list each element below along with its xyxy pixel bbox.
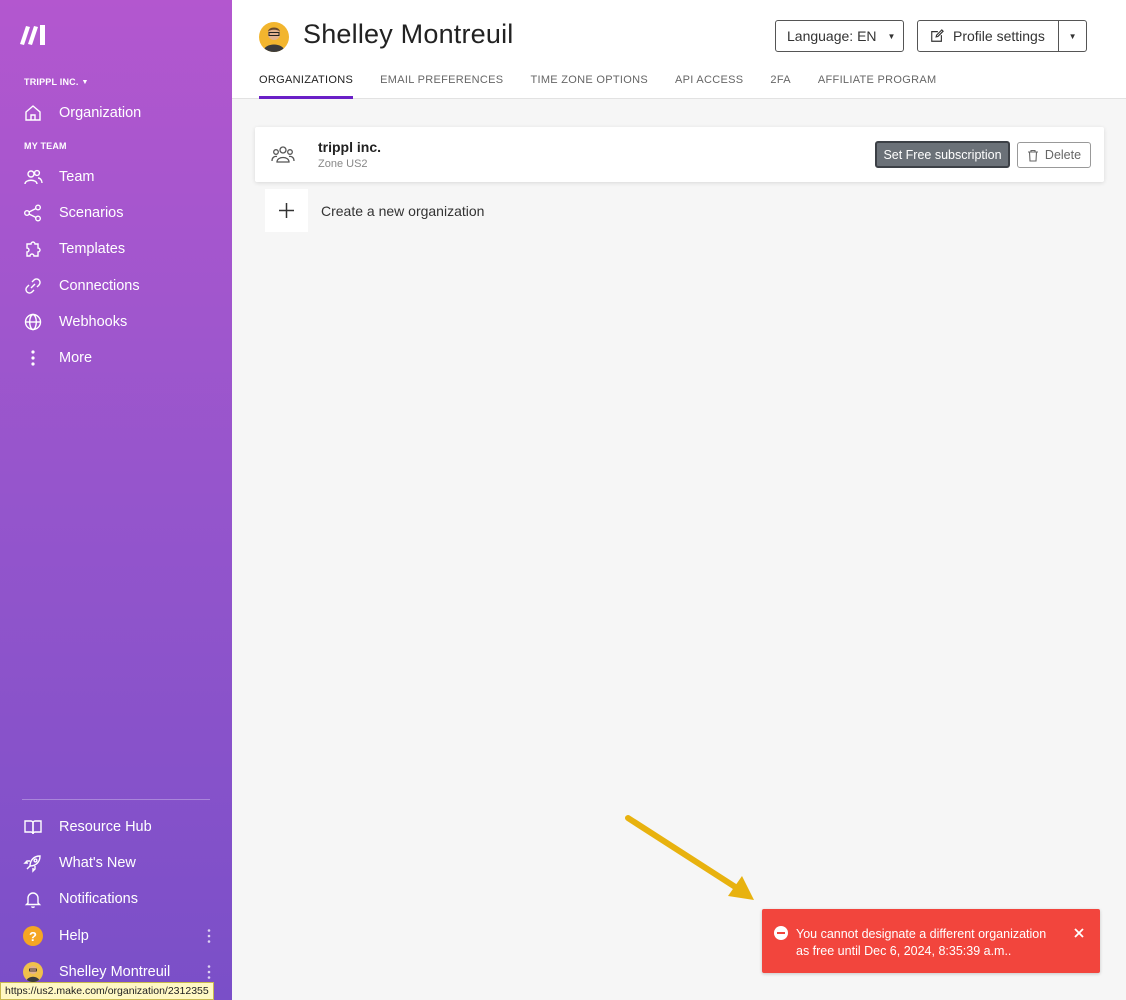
set-free-subscription-button[interactable]: Set Free subscription — [875, 141, 1010, 168]
error-toast: You cannot designate a different organiz… — [762, 909, 1100, 973]
sidebar-item-label: What's New — [59, 855, 136, 871]
create-organization-label: Create a new organization — [321, 202, 485, 219]
tab-email-preferences[interactable]: EMAIL PREFERENCES — [380, 74, 503, 99]
home-icon — [22, 102, 44, 124]
sidebar-item-webhooks[interactable]: Webhooks — [22, 307, 212, 337]
sidebar-item-notifications[interactable]: Notifications — [22, 884, 212, 914]
sidebar-item-templates[interactable]: Templates — [22, 234, 212, 264]
caret-down-icon: ▼ — [81, 78, 89, 86]
profile-settings-label: Profile settings — [953, 28, 1045, 44]
sidebar-item-label: Connections — [59, 278, 140, 294]
close-icon[interactable] — [1072, 926, 1086, 940]
team-icon — [271, 146, 295, 163]
puzzle-icon — [22, 238, 44, 260]
sidebar-item-label: Webhooks — [59, 314, 128, 330]
org-switcher[interactable]: TRIPPL INC. ▼ — [24, 77, 89, 87]
caret-down-icon: ▼ — [887, 31, 896, 41]
help-menu-kebab-icon[interactable] — [206, 928, 212, 944]
profile-menu-kebab-icon[interactable] — [206, 964, 212, 980]
organization-card: trippl inc. Zone US2 Set Free subscripti… — [255, 127, 1104, 182]
status-bar-url: https://us2.make.com/organization/231235… — [0, 982, 214, 1000]
help-icon-wrap: ? — [22, 925, 44, 947]
create-organization-button[interactable]: Create a new organization — [265, 189, 484, 232]
book-icon — [22, 816, 44, 838]
minus-circle-icon — [774, 926, 788, 940]
tab-2fa[interactable]: 2FA — [770, 74, 790, 99]
kebab-icon — [22, 347, 44, 369]
link-icon — [22, 275, 44, 297]
sidebar-item-resource-hub[interactable]: Resource Hub — [22, 812, 212, 842]
organization-name[interactable]: trippl inc. — [318, 139, 381, 155]
language-button[interactable]: Language: EN ▼ — [775, 20, 904, 52]
sidebar-item-label: Resource Hub — [59, 819, 152, 835]
globe-icon — [22, 311, 44, 333]
edit-icon — [931, 29, 944, 42]
sidebar-item-label: Shelley Montreuil — [59, 964, 171, 980]
sidebar-item-scenarios[interactable]: Scenarios — [22, 198, 212, 228]
page-title: Shelley Montreuil — [303, 19, 514, 49]
profile-settings-dropdown[interactable]: ▼ — [1058, 21, 1086, 51]
rocket-icon — [22, 852, 44, 874]
plus-icon-box — [265, 189, 308, 232]
sidebar-item-label: Team — [59, 169, 95, 185]
sidebar-item-label: Notifications — [59, 891, 138, 907]
sidebar: TRIPPL INC. ▼ Organization MY TEAM Team … — [0, 0, 232, 1000]
sidebar-item-label: Help — [59, 928, 89, 944]
sidebar-divider — [22, 799, 210, 800]
share-icon — [22, 202, 44, 224]
delete-button-label: Delete — [1044, 148, 1082, 162]
toast-message: You cannot designate a different organiz… — [796, 927, 1047, 958]
sidebar-item-label: Scenarios — [59, 205, 124, 221]
sidebar-item-whats-new[interactable]: What's New — [22, 848, 212, 878]
sidebar-item-team[interactable]: Team — [22, 162, 212, 192]
sidebar-item-label: Templates — [59, 241, 126, 257]
language-button-label: Language: EN — [787, 28, 877, 44]
profile-settings-button[interactable]: Profile settings — [918, 21, 1058, 51]
sidebar-item-connections[interactable]: Connections — [22, 271, 212, 301]
sidebar-item-label: More — [59, 350, 93, 366]
annotation-arrow-icon — [625, 815, 754, 900]
make-logo-icon[interactable] — [18, 22, 50, 46]
tab-bar: ORGANIZATIONS EMAIL PREFERENCES TIME ZON… — [259, 74, 963, 99]
bell-icon — [22, 888, 44, 910]
org-switcher-label: TRIPPL INC. — [24, 77, 79, 87]
avatar-wrap — [22, 961, 44, 983]
tab-time-zone-options[interactable]: TIME ZONE OPTIONS — [530, 74, 648, 99]
help-icon: ? — [23, 926, 43, 946]
tab-organizations[interactable]: ORGANIZATIONS — [259, 74, 354, 99]
sidebar-item-more[interactable]: More — [22, 343, 212, 373]
sidebar-item-label: Organization — [59, 105, 142, 121]
sidebar-item-organization[interactable]: Organization — [22, 98, 212, 128]
my-team-label: MY TEAM — [24, 141, 67, 151]
page-header: Shelley Montreuil Language: EN ▼ Profile… — [232, 0, 1126, 99]
plus-icon — [279, 203, 294, 218]
organization-zone: Zone US2 — [318, 158, 368, 170]
tab-api-access[interactable]: API ACCESS — [675, 74, 743, 99]
avatar — [23, 962, 43, 982]
delete-button[interactable]: Delete — [1017, 142, 1091, 168]
team-icon — [22, 166, 44, 188]
tab-affiliate-program[interactable]: AFFILIATE PROGRAM — [818, 74, 937, 99]
caret-down-icon: ▼ — [1068, 31, 1077, 41]
user-avatar — [259, 22, 289, 52]
sidebar-item-help[interactable]: ? Help — [22, 921, 212, 951]
trash-icon — [1027, 149, 1038, 162]
profile-settings-button-group: Profile settings ▼ — [917, 20, 1087, 52]
